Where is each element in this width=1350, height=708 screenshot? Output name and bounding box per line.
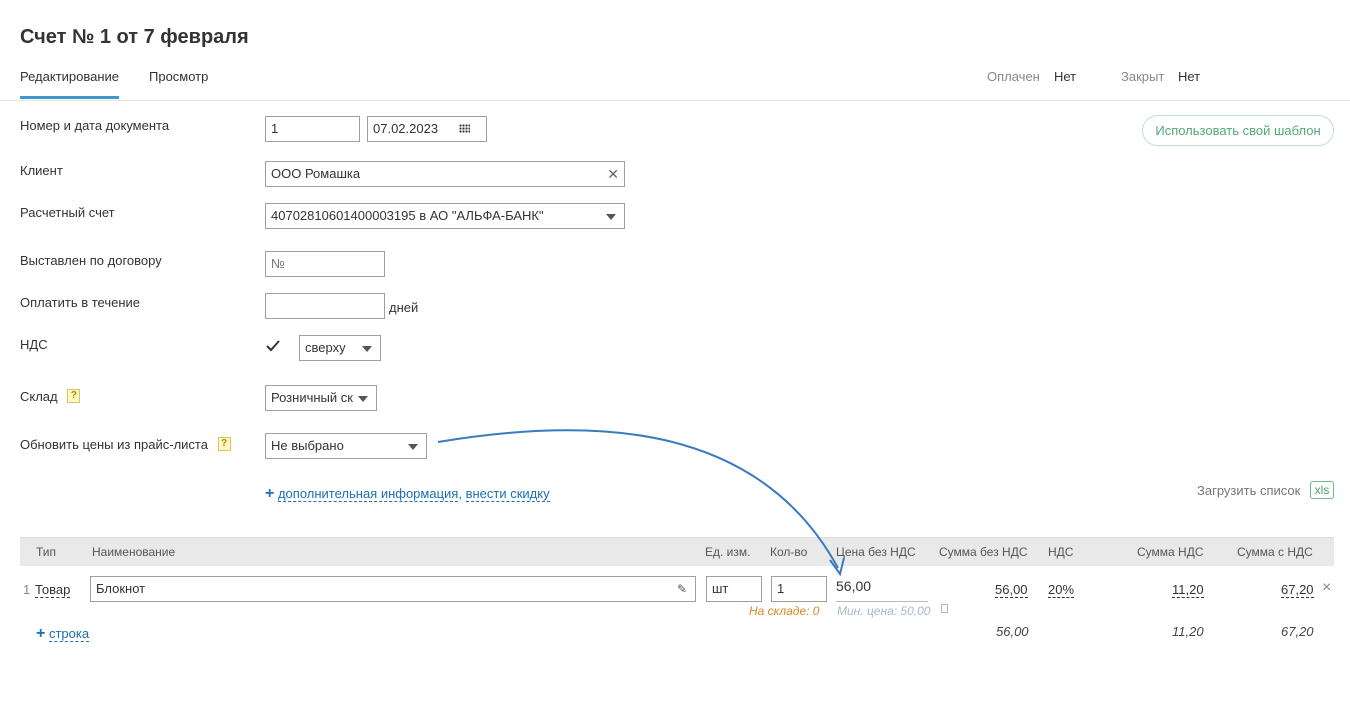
- annotation-arrow: [437, 429, 845, 577]
